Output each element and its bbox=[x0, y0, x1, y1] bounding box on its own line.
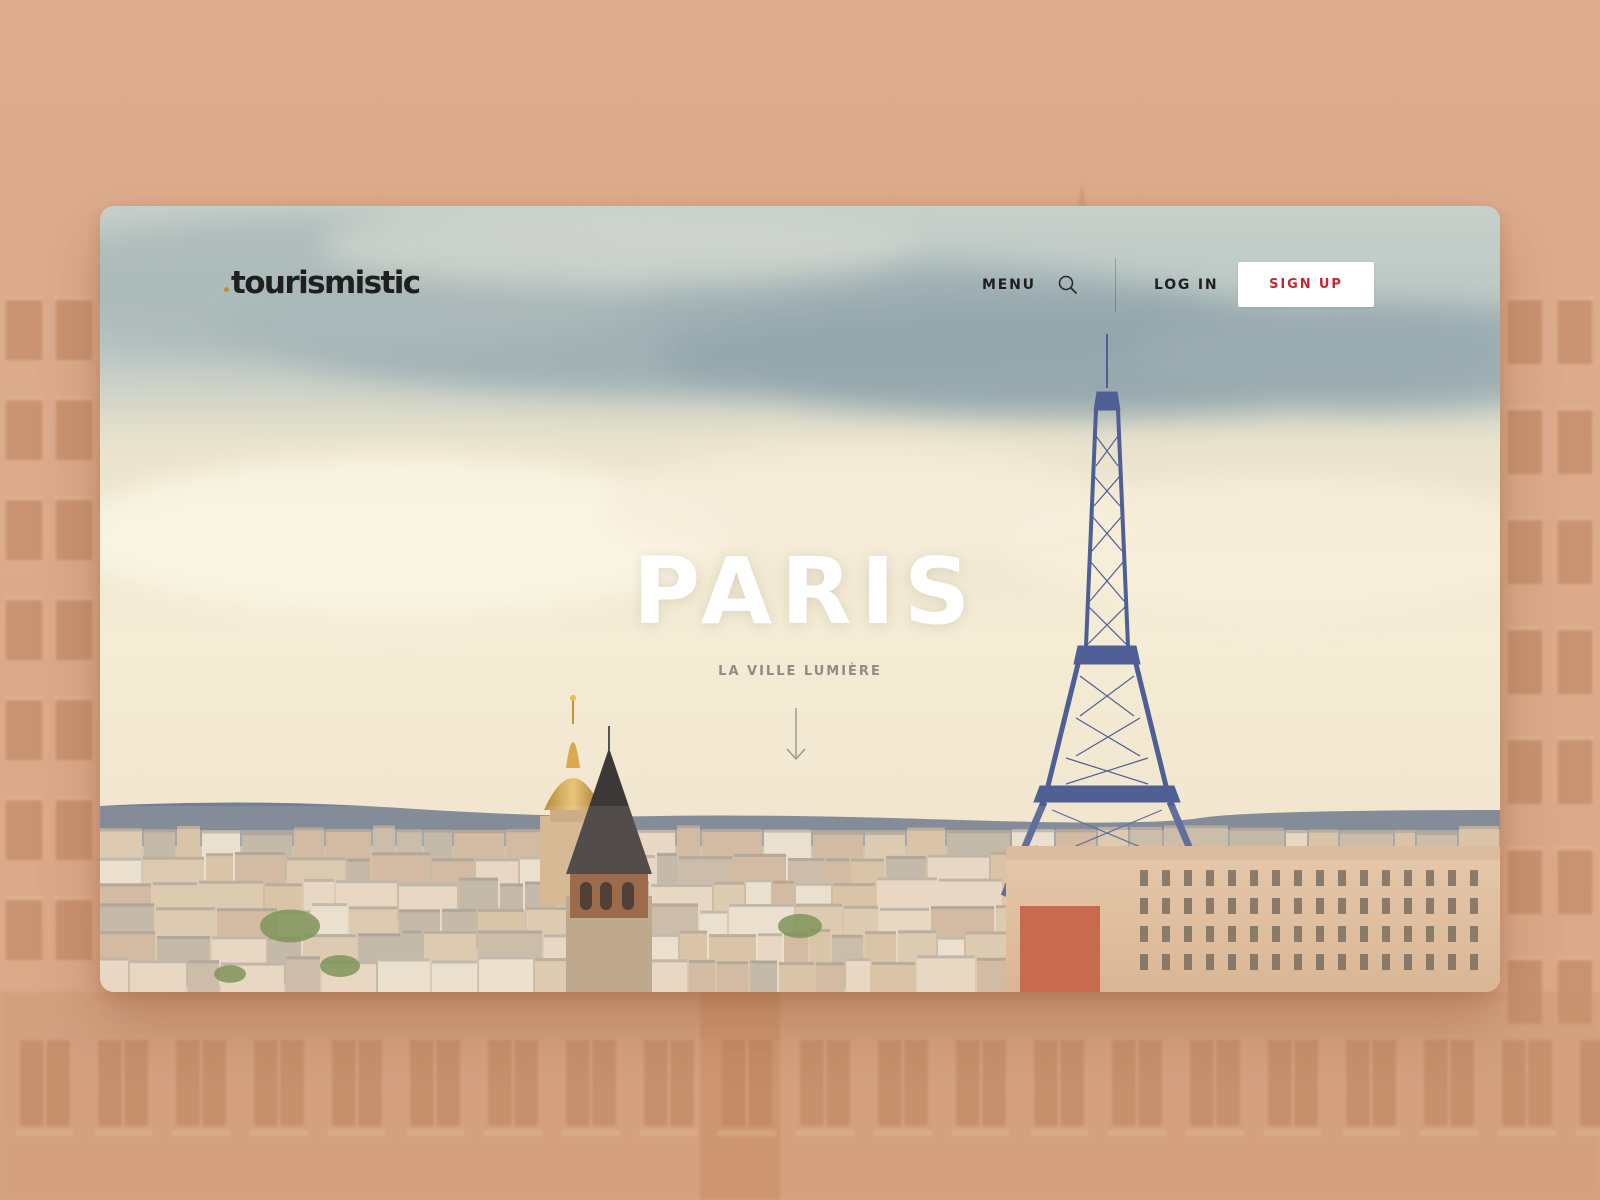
search-icon[interactable] bbox=[1056, 273, 1080, 297]
site-logo[interactable]: tourismistic bbox=[224, 265, 421, 301]
logo-text: tourismistic bbox=[231, 265, 421, 301]
logo-dot-icon bbox=[224, 287, 229, 292]
hero-card: tourismistic MENU LOG IN SIGN UP PARIS L… bbox=[100, 206, 1500, 992]
nav-divider bbox=[1115, 258, 1116, 312]
signup-button[interactable]: SIGN UP bbox=[1238, 262, 1374, 307]
login-link[interactable]: LOG IN bbox=[1154, 278, 1218, 292]
hero-title: PARIS bbox=[632, 538, 980, 645]
site-header: tourismistic MENU LOG IN SIGN UP bbox=[100, 206, 1500, 366]
arrow-down-icon[interactable] bbox=[785, 706, 807, 764]
menu-link[interactable]: MENU bbox=[982, 278, 1036, 292]
hero-subtitle: LA VILLE LUMIÈRE bbox=[718, 664, 882, 679]
